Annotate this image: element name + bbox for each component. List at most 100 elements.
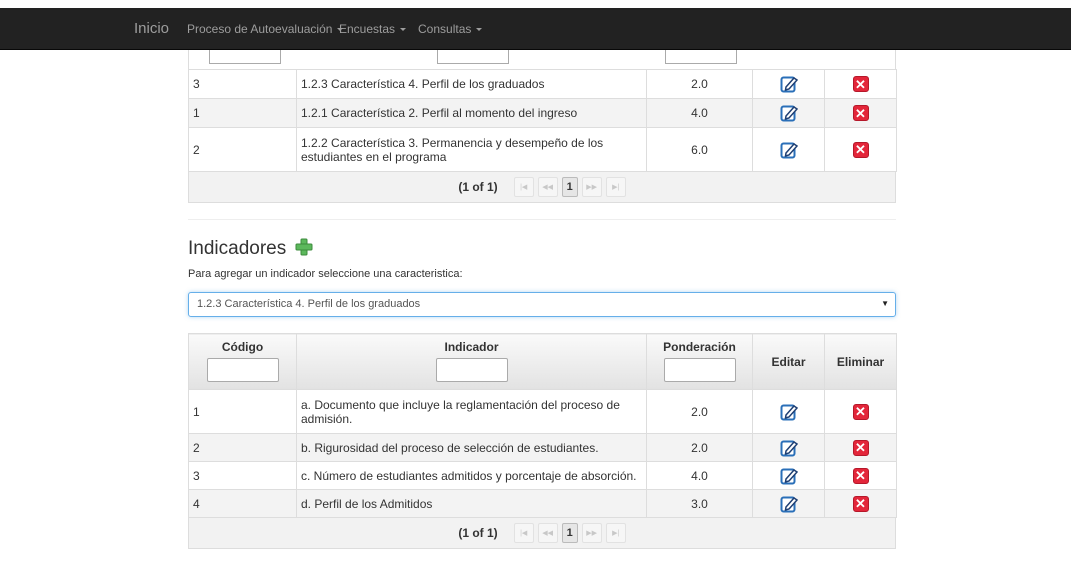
last-page-button[interactable]: ▶| [605,523,626,543]
prev-page-button[interactable]: ◀◀ [537,523,558,543]
page-report: (1 of 1) [458,526,498,540]
delete-button[interactable]: ✕ [824,127,897,172]
indicador-header: Indicador [296,333,647,390]
indicador-header-label: Indicador [444,340,499,354]
table-row: 1 1.2.1 Característica 2. Perfil al mome… [188,98,897,128]
ponderacion-cell: 2.0 [646,433,753,462]
ponderacion-cell: 6.0 [646,127,753,172]
ponderacion-cell: 4.0 [646,461,753,490]
last-page-button[interactable]: ▶| [605,177,626,197]
delete-button[interactable]: ✕ [824,69,897,99]
codigo-cell: 3 [188,69,297,99]
header-filter-strip [188,50,896,69]
paginator: (1 of 1) |◀ ◀◀ 1 ▶▶ ▶| [188,172,896,203]
table-row: 2 1.2.2 Característica 3. Permanencia y … [188,127,897,172]
nav-encuestas[interactable]: Encuestas [339,22,407,36]
nombre-cell: 1.2.2 Característica 3. Permanencia y de… [296,127,647,172]
top-navbar: Inicio Proceso de Autoevaluación Encuest… [0,8,1071,50]
indicadores-heading: Indicadores [188,237,314,260]
nav-label: Consultas [418,22,472,36]
page-number-button[interactable]: 1 [561,523,578,543]
next-page-button[interactable]: ▶▶ [581,523,602,543]
codigo-cell: 4 [188,489,297,518]
caret-down-icon [476,28,483,32]
delete-button[interactable]: ✕ [824,389,897,434]
ponderacion-header-label: Ponderación [663,340,736,354]
edit-button[interactable] [752,98,825,128]
edit-button[interactable] [752,433,825,462]
edit-icon [780,440,798,456]
nav-consultas[interactable]: Consultas [418,22,483,36]
ponderacion-cell: 2.0 [646,389,753,434]
brand-link[interactable]: Inicio [134,20,169,37]
section-divider [188,219,896,220]
nombre-cell: 1.2.1 Característica 2. Perfil al moment… [296,98,647,128]
header-row: Código Indicador Ponderación Editar Elim… [188,333,897,390]
eliminar-header: Eliminar [824,333,897,390]
ponderacion-cell: 3.0 [646,489,753,518]
codigo-header: Código [188,333,297,390]
codigo-cell: 3 [188,461,297,490]
nav-label: Proceso de Autoevaluación [187,22,333,36]
delete-button[interactable]: ✕ [824,489,897,518]
editar-header: Editar [752,333,825,390]
codigo-header-label: Código [221,340,264,354]
delete-icon: ✕ [852,105,869,121]
edit-button[interactable] [752,389,825,434]
codigo-cell: 1 [188,98,297,128]
nombre-filter-input[interactable] [437,50,509,64]
indicador-filter-input[interactable] [435,358,508,382]
delete-icon: ✕ [852,467,869,484]
delete-icon: ✕ [852,495,869,512]
select-value: 1.2.3 Característica 4. Perfil de los gr… [197,298,421,310]
caracteristicas-table: 3 1.2.3 Característica 4. Perfil de los … [188,69,897,172]
page-number-button[interactable]: 1 [561,177,578,197]
codigo-filter-input[interactable] [206,358,279,382]
nav-proceso-autoevaluacion[interactable]: Proceso de Autoevaluación [187,22,344,36]
indicadores-panel: Código Indicador Ponderación Editar Elim… [188,333,897,549]
delete-icon: ✕ [852,439,869,456]
select-hint: Para agregar un indicador seleccione una… [188,268,463,280]
first-page-button[interactable]: |◀ [513,523,534,543]
dropdown-arrow-icon: ▼ [881,299,889,308]
indicador-cell: c. Número de estudiantes admitidos y por… [296,461,647,490]
prev-page-button[interactable]: ◀◀ [537,177,558,197]
codigo-filter-input[interactable] [209,50,281,64]
ponderacion-cell: 4.0 [646,98,753,128]
table-row: 3 1.2.3 Característica 4. Perfil de los … [188,69,897,99]
delete-icon: ✕ [852,403,869,420]
delete-button[interactable]: ✕ [824,461,897,490]
edit-icon [780,468,798,484]
first-page-button[interactable]: |◀ [513,177,534,197]
delete-button[interactable]: ✕ [824,433,897,462]
indicadores-table: Código Indicador Ponderación Editar Elim… [188,333,897,518]
ponderacion-filter-input[interactable] [665,50,737,64]
ponderacion-filter-input[interactable] [663,358,736,382]
page-report: (1 of 1) [458,180,498,194]
table-row: 2 b. Rigurosidad del proceso de selecció… [188,433,897,462]
plus-icon[interactable] [294,237,314,257]
codigo-cell: 2 [188,127,297,172]
edit-button[interactable] [752,69,825,99]
indicador-cell: d. Perfil de los Admitidos [296,489,647,518]
edit-icon [780,76,798,93]
edit-icon [780,404,798,420]
edit-button[interactable] [752,489,825,518]
caracteristica-select[interactable]: 1.2.3 Característica 4. Perfil de los gr… [188,292,896,317]
edit-button[interactable] [752,461,825,490]
page-title: Indicadores [188,238,287,259]
next-page-button[interactable]: ▶▶ [581,177,602,197]
codigo-cell: 1 [188,389,297,434]
nombre-cell: 1.2.3 Característica 4. Perfil de los gr… [296,69,647,99]
codigo-cell: 2 [188,433,297,462]
caret-down-icon [400,28,407,32]
edit-icon [780,142,798,158]
delete-icon: ✕ [852,76,869,92]
table-row: 3 c. Número de estudiantes admitidos y p… [188,461,897,490]
ponderacion-header: Ponderación [646,333,753,390]
edit-icon [780,105,798,122]
delete-icon: ✕ [852,141,869,158]
edit-button[interactable] [752,127,825,172]
delete-button[interactable]: ✕ [824,98,897,128]
table-row: 4 d. Perfil de los Admitidos 3.0 ✕ [188,489,897,518]
